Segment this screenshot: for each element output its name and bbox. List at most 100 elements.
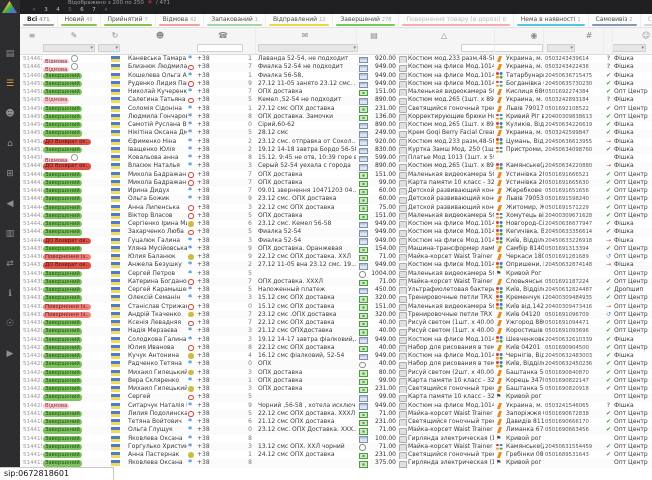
tracking-number[interactable]: 0501690820918 — [545, 385, 602, 393]
table-row[interactable]: 514447ЗавершенийМикола Бадражан+387ОПХ д… — [20, 179, 652, 187]
client-phone[interactable]: +38 — [197, 63, 237, 71]
table-row[interactable]: 514432Повернення (з..Станіслав Стрижак+3… — [20, 303, 652, 311]
client-phone[interactable]: +38 — [197, 204, 237, 212]
client-phone[interactable]: +38 — [197, 270, 237, 278]
column-status-icon[interactable]: ✎ — [71, 29, 78, 42]
tracking-number[interactable]: 0501690663456 — [545, 426, 602, 434]
client-phone[interactable]: +38 — [197, 278, 237, 286]
tracking-number[interactable]: 20450636715475 — [545, 72, 602, 80]
pagination-page-4[interactable]: 4 — [52, 7, 64, 14]
client-phone[interactable]: +38 — [197, 459, 237, 467]
client-phone[interactable]: +38 — [197, 113, 237, 121]
sidebar-settings-icon[interactable]: ⇄ — [0, 249, 20, 279]
column-sync-icon[interactable]: ↻ — [112, 29, 119, 42]
table-row[interactable]: 514415ЗавершенийГоргулько Христина...*+3… — [20, 443, 652, 451]
tracking-number[interactable]: 0501691651656 — [545, 187, 602, 195]
table-row[interactable]: 514423ЗавершенийВера Скляренко*+381ОПХ д… — [20, 377, 652, 385]
tracking-number[interactable]: 0501691096709 — [545, 311, 602, 319]
tracking-number[interactable]: 0501689531643 — [545, 451, 602, 459]
table-row[interactable]: 514418ЗавершенийТетяна Войтович*+38621.1… — [20, 418, 652, 426]
client-phone[interactable]: +38 — [197, 393, 237, 401]
tracking-number[interactable]: 20450632610339 — [545, 336, 602, 344]
client-phone[interactable]: +38 — [197, 360, 237, 368]
client-phone[interactable]: +38 — [197, 80, 237, 88]
tab-return-in-transit[interactable]: Повернення товару (в дорозі)0 — [399, 14, 513, 27]
client-phone[interactable]: +38 — [197, 121, 237, 129]
client-phone[interactable]: +38 — [197, 319, 237, 327]
tracking-number[interactable]: 0501691665630 — [545, 179, 602, 187]
table-row[interactable]: 514461ВідмоваБлизнюк Людмила ...+387Фиал… — [20, 63, 652, 71]
tracking-number[interactable]: 0501691094471 — [545, 319, 602, 327]
column-location-icon[interactable]: ◉ — [531, 29, 538, 42]
table-row[interactable]: 514421ЗавершенийСергей+38599.00Карта пам… — [20, 393, 652, 401]
tab-refused[interactable]: Відмова42 — [156, 14, 205, 27]
sidebar-announce-icon[interactable]: ◀ — [0, 189, 20, 219]
tracking-number[interactable]: 0501691093696 — [545, 327, 602, 335]
client-phone[interactable]: +38 — [197, 435, 237, 443]
tracking-number[interactable]: 20450636613955 — [545, 138, 602, 146]
client-phone[interactable]: +38 — [197, 105, 237, 113]
tracking-number[interactable]: 0503241546065 — [545, 402, 602, 410]
pagination-page-3[interactable]: 3 — [40, 7, 52, 14]
tab-accepted[interactable]: Прийнятий7 — [101, 14, 156, 27]
table-row[interactable]: 514435ЗавершенийКатерина Богданова+387ОП… — [20, 278, 652, 286]
table-row[interactable]: 514438Повернення (з..Юлия Баланюк+38922.… — [20, 253, 652, 261]
tab-sent[interactable]: Відправлений12 — [266, 14, 334, 27]
tracking-number[interactable]: 20450634226619 — [545, 121, 602, 129]
table-row[interactable]: 514422ЗавершенийМихаил Гилецький+383ОПХ … — [20, 385, 652, 393]
client-phone[interactable]: +38 — [197, 154, 237, 162]
sidebar-company-icon[interactable]: ⌂ — [0, 129, 20, 159]
client-phone[interactable]: +38 — [197, 336, 237, 344]
client-phone[interactable]: +38 — [197, 129, 237, 137]
column-client-icon[interactable]: ☻ — [156, 29, 164, 42]
table-row[interactable]: 514417ЗавершенийОльга Глущук*+38023.12 с… — [20, 426, 652, 434]
client-phone[interactable]: +38 — [197, 228, 237, 236]
tracking-number[interactable]: 20450633226918 — [545, 237, 602, 245]
tab-services[interactable]: Сервіси0 — [641, 14, 652, 27]
table-row[interactable]: 514442ЗавершенийСергіенко Ірина Ми...+38… — [20, 220, 652, 228]
table-row[interactable]: 514416ЗавершенийЯковлева Оксана*+388100.… — [20, 435, 652, 443]
filter-channel[interactable]: ▾ — [612, 44, 646, 52]
tracking-number[interactable]: 20450633356614 — [545, 228, 602, 236]
tracking-number[interactable]: 0501690666170 — [545, 418, 602, 426]
client-phone[interactable]: +38 — [197, 451, 237, 459]
filter-phone-input[interactable] — [197, 44, 243, 52]
table-row[interactable]: 514441ЗавершенийЗахарченко Люба+385Фиалк… — [20, 228, 652, 236]
column-id-icon[interactable]: ≡ — [29, 29, 36, 42]
client-phone[interactable]: +38 — [197, 72, 237, 80]
tab-pickup[interactable]: Самовивіз2 — [589, 14, 641, 27]
filter-location[interactable]: ▾ — [547, 44, 575, 52]
table-row[interactable]: 514453ЗавершенийНікітіна Оксана Дми...*+… — [20, 129, 652, 137]
table-row[interactable]: 514427ЗавершенийЮлия Иванова+38822.12 см… — [20, 344, 652, 352]
column-product-icon[interactable]: △ — [441, 29, 447, 42]
client-phone[interactable]: +38 — [197, 146, 237, 154]
table-row[interactable]: 514440ДО Возврат ок..Гуцалюк Галина*+383… — [20, 237, 652, 245]
table-row[interactable]: 514445ЗавершенийОльга Божик*+38923.12 см… — [20, 195, 652, 203]
table-row[interactable]: 514426ЗавершенийКучук Антонина+38416.12 … — [20, 352, 652, 360]
column-manager-icon[interactable]: ☺ — [642, 29, 650, 42]
tracking-number[interactable]: 0503242599847 — [545, 129, 602, 137]
client-phone[interactable]: +38 — [197, 179, 237, 187]
table-row[interactable]: 514449ДО Возврат ок..Власюк Наталья*+383… — [20, 162, 652, 170]
client-phone[interactable]: +38 — [197, 138, 237, 146]
client-phone[interactable]: +38 — [197, 377, 237, 385]
table-row[interactable]: 514439ЗавершенийУляна Мусійовська*+389ОП… — [20, 245, 652, 253]
tracking-number[interactable]: 20450634098760 — [545, 146, 602, 154]
tracking-number[interactable]: 0503243439614 — [545, 55, 602, 63]
table-row[interactable]: 514437ДО Возврат ок..Анжела Безушку*+382… — [20, 261, 652, 269]
table-row[interactable]: 514430ЗавершенийКсенія Левадняя+38722.12… — [20, 319, 652, 327]
table-row[interactable]: 514424ЗавершенийМихаил Гилецький+383ОПХ … — [20, 369, 652, 377]
tracking-number[interactable]: 20400309838613 — [545, 113, 602, 121]
client-phone[interactable]: +38 — [197, 327, 237, 335]
filter-status[interactable]: ▾ — [43, 44, 95, 52]
client-phone[interactable]: +38 — [197, 187, 237, 195]
pagination-page-7[interactable]: 7 — [88, 7, 100, 14]
client-phone[interactable]: +38 — [197, 418, 237, 426]
sidebar-orders-icon[interactable]: ☰ — [0, 69, 20, 99]
table-row[interactable]: 514460ЗавершенийКошелева Ольга Ар...*+38… — [20, 72, 652, 80]
tab-new[interactable]: Новий48 — [58, 14, 101, 27]
column-phone-icon[interactable]: ☎ — [218, 29, 228, 42]
column-money-icon[interactable]: ▤ — [370, 29, 378, 42]
client-phone[interactable]: +38 — [197, 286, 237, 294]
client-phone[interactable]: +38 — [197, 426, 237, 434]
